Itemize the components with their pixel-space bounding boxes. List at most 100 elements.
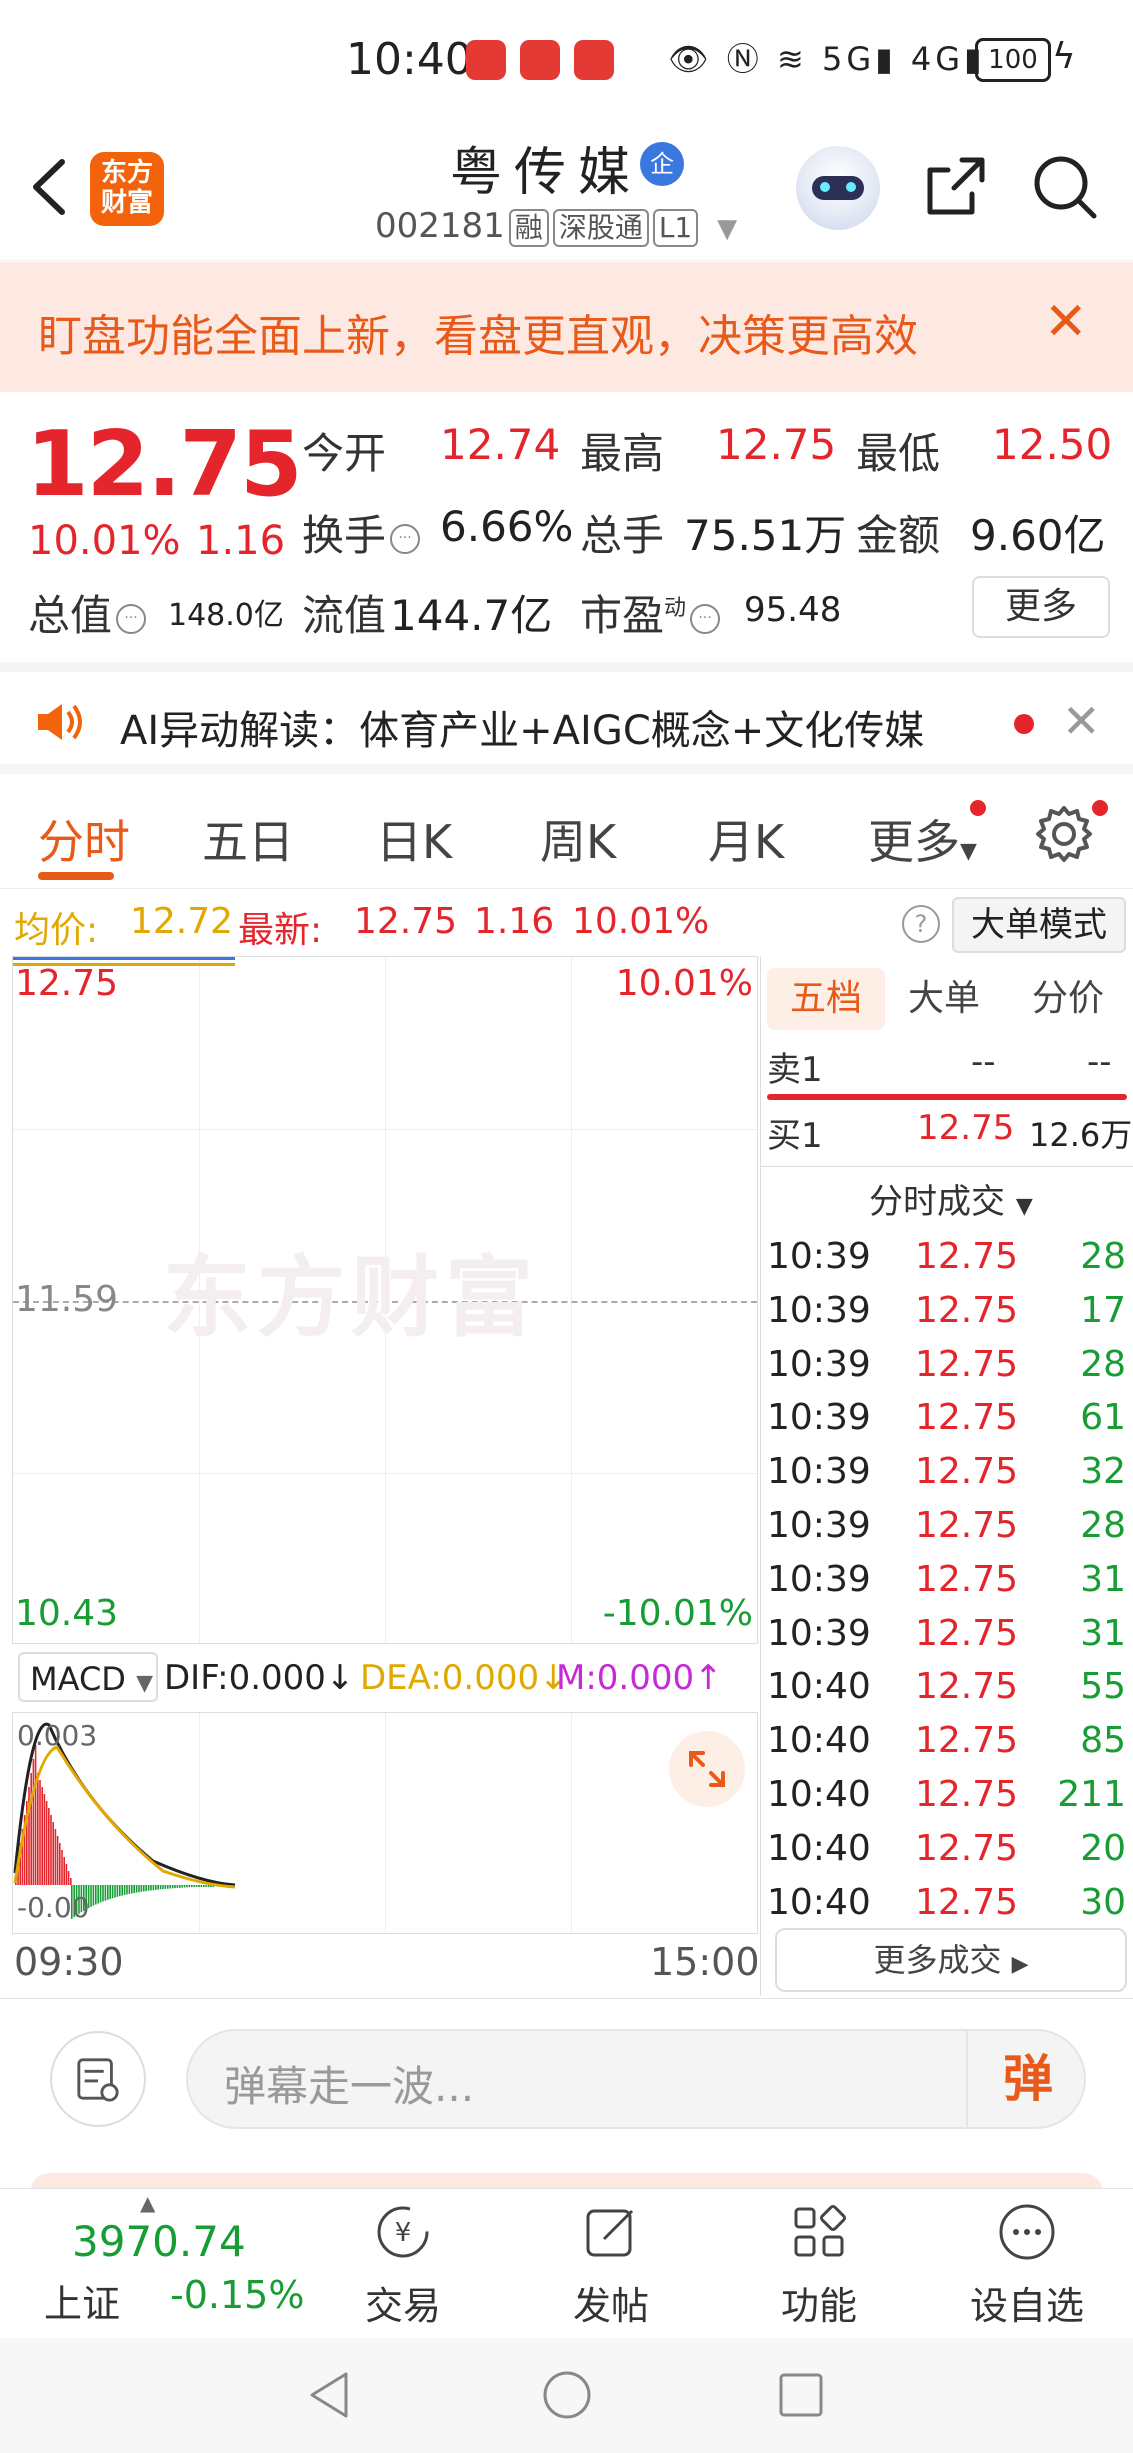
macd-histogram-bar	[183, 1885, 186, 1888]
chevron-up-icon[interactable]: ▲	[140, 2191, 155, 2215]
trade-price: 12.75	[915, 1612, 1019, 1654]
chevron-right-icon: ▶	[1011, 1952, 1029, 1977]
dif-text: DIF:0.000	[164, 1658, 326, 1698]
macd-histogram-bar	[114, 1885, 116, 1898]
search-icon[interactable]	[1030, 152, 1100, 222]
tab-daily-k[interactable]: 日K	[376, 806, 452, 872]
tab-intraday[interactable]: 分时	[38, 806, 130, 872]
sell1-price: --	[971, 1042, 996, 1082]
big-order-mode-button[interactable]: 大单模式	[952, 897, 1126, 953]
nav-watchlist[interactable]: 设自选	[962, 2201, 1092, 2331]
trade-row: 10:39 12.75 32	[761, 1451, 1133, 1505]
macd-lines	[13, 1722, 236, 1919]
close-icon[interactable]: ✕	[1044, 296, 1088, 348]
macd-histogram-bar	[126, 1885, 128, 1895]
tab-price-distribution[interactable]: 分价	[1007, 968, 1129, 1030]
macd-histogram-bar	[37, 1773, 39, 1885]
macd-header: MACD ▼ DIF:0.000↓ DEA:0.000↓ M:0.000↑	[12, 1646, 758, 1712]
nav-post[interactable]: 发帖	[546, 2201, 676, 2331]
macd-histogram-bar	[167, 1885, 169, 1889]
macd-histogram-bar	[67, 1871, 70, 1885]
high-label: 最高	[580, 429, 665, 478]
tab-monthly-k[interactable]: 月K	[708, 806, 784, 872]
buy1-label: 买1	[767, 1116, 823, 1156]
help-icon[interactable]: ?	[902, 905, 940, 943]
back-triangle-icon[interactable]	[306, 2370, 352, 2420]
tab-five-day[interactable]: 五日	[202, 806, 294, 872]
expand-icon[interactable]	[669, 1731, 745, 1807]
tab-big-orders[interactable]: 大单	[885, 968, 1003, 1030]
settings-gear-icon[interactable]	[1032, 802, 1096, 866]
trade-volume: 30	[1080, 1881, 1126, 1923]
notes-icon[interactable]	[50, 2031, 146, 2127]
x-axis-start: 09:30	[14, 1940, 124, 1984]
stock-code-row[interactable]: 002181 融深股通 L1 ▼	[375, 206, 737, 247]
macd-histogram-bar	[39, 1780, 41, 1885]
ai-insight-bar[interactable]: AI异动解读：体育产业+AIGC概念+文化传媒 ✕	[0, 662, 1133, 774]
trade-price: 12.75	[915, 1774, 1019, 1815]
macd-chart[interactable]: 0.003 -0.00	[12, 1712, 758, 1934]
macd-histogram-bar	[41, 1787, 43, 1885]
macd-histogram-bar	[164, 1885, 167, 1889]
trade-time: 10:39	[767, 1397, 871, 1439]
indicator-select[interactable]: MACD ▼	[18, 1652, 158, 1702]
macd-histogram-bar	[61, 1850, 63, 1885]
recents-square-icon[interactable]	[778, 2372, 824, 2418]
mktcap-value: 148.0亿	[168, 598, 284, 633]
intraday-chart[interactable]: 东方财富 12.75 10.01% 11.59 10.43 -10.01%	[12, 956, 758, 1644]
comment-bar: 弹幕走一波... 弹	[0, 1998, 1133, 2213]
trade-row: 10:40 12.75 55	[761, 1666, 1133, 1720]
ai-assistant-icon[interactable]	[796, 146, 880, 230]
more-trades-button[interactable]: 更多成交 ▶	[775, 1928, 1127, 1992]
volume-label: 总手	[580, 511, 665, 560]
macd-histogram-bar	[135, 1885, 138, 1893]
more-trades-label: 更多成交	[873, 1941, 1002, 1979]
tab-weekly-k[interactable]: 周K	[540, 806, 616, 872]
trade-row: 10:40 12.75 20	[761, 1828, 1133, 1882]
trade-row: 10:39 12.75 31	[761, 1613, 1133, 1667]
home-circle-icon[interactable]	[542, 2370, 592, 2420]
macd-histogram-bar	[138, 1885, 140, 1893]
trade-price: 12.75	[915, 1397, 1019, 1439]
macd-histogram-bar	[181, 1885, 183, 1888]
turnover-label[interactable]: 换手 ···	[302, 502, 421, 563]
macd-histogram-bar	[188, 1885, 191, 1888]
trade-price: 12.75	[915, 1505, 1019, 1546]
pe-value: 95.48	[744, 590, 842, 630]
more-quote-button[interactable]: 更多	[972, 576, 1110, 638]
tab-more[interactable]: 更多▼	[868, 806, 977, 872]
more-dots-icon	[999, 2204, 1055, 2260]
order-book-panel: 五档 大单 分价 卖1 -- -- 买1 12.75 12.6万 分时成交 ▼ …	[760, 956, 1133, 1996]
macd-histogram-bar	[97, 1885, 99, 1904]
back-arrow-icon[interactable]	[22, 152, 82, 222]
trades-title[interactable]: 分时成交 ▼	[869, 1174, 1033, 1223]
trade-volume: 28	[1080, 1343, 1126, 1385]
trade-time: 10:40	[767, 1827, 871, 1869]
bid-ask-divider	[767, 1094, 1127, 1100]
index-value[interactable]: 3970.74	[72, 2217, 246, 2266]
tab-five-levels[interactable]: 五档	[767, 968, 885, 1030]
trade-row: 10:39 12.75 31	[761, 1559, 1133, 1613]
nav-trade[interactable]: ¥ 交易	[338, 2201, 468, 2331]
feature-banner[interactable]: 盯盘功能全面上新，看盘更直观，决策更高效 ✕	[0, 262, 1133, 392]
macd-histogram-bar	[171, 1885, 174, 1889]
nav-functions[interactable]: 功能	[754, 2201, 884, 2331]
grid-line	[13, 1129, 757, 1130]
share-icon[interactable]	[922, 154, 988, 220]
current-price: 12.75	[26, 412, 303, 517]
close-icon[interactable]: ✕	[1062, 694, 1101, 748]
mktcap-label[interactable]: 总值 ···	[28, 582, 147, 643]
chart-bottom-price: 10.43	[15, 1593, 119, 1634]
danmu-toggle-button[interactable]: 弹	[966, 2029, 1088, 2129]
macd-histogram-bar	[143, 1885, 145, 1892]
dropdown-icon: ▼	[960, 839, 977, 864]
trade-volume: 85	[1080, 1720, 1126, 1762]
macd-histogram-bar	[48, 1808, 50, 1885]
pe-label[interactable]: 市盈动 ···	[580, 582, 721, 643]
info-icon: ···	[390, 523, 421, 554]
huawei-app-icon	[466, 40, 506, 80]
amount-value: 9.60亿	[970, 511, 1106, 560]
macd-histogram-bar	[59, 1843, 61, 1885]
dea-text: DEA:0.000	[360, 1658, 540, 1698]
volume-value: 75.51万	[684, 511, 847, 560]
